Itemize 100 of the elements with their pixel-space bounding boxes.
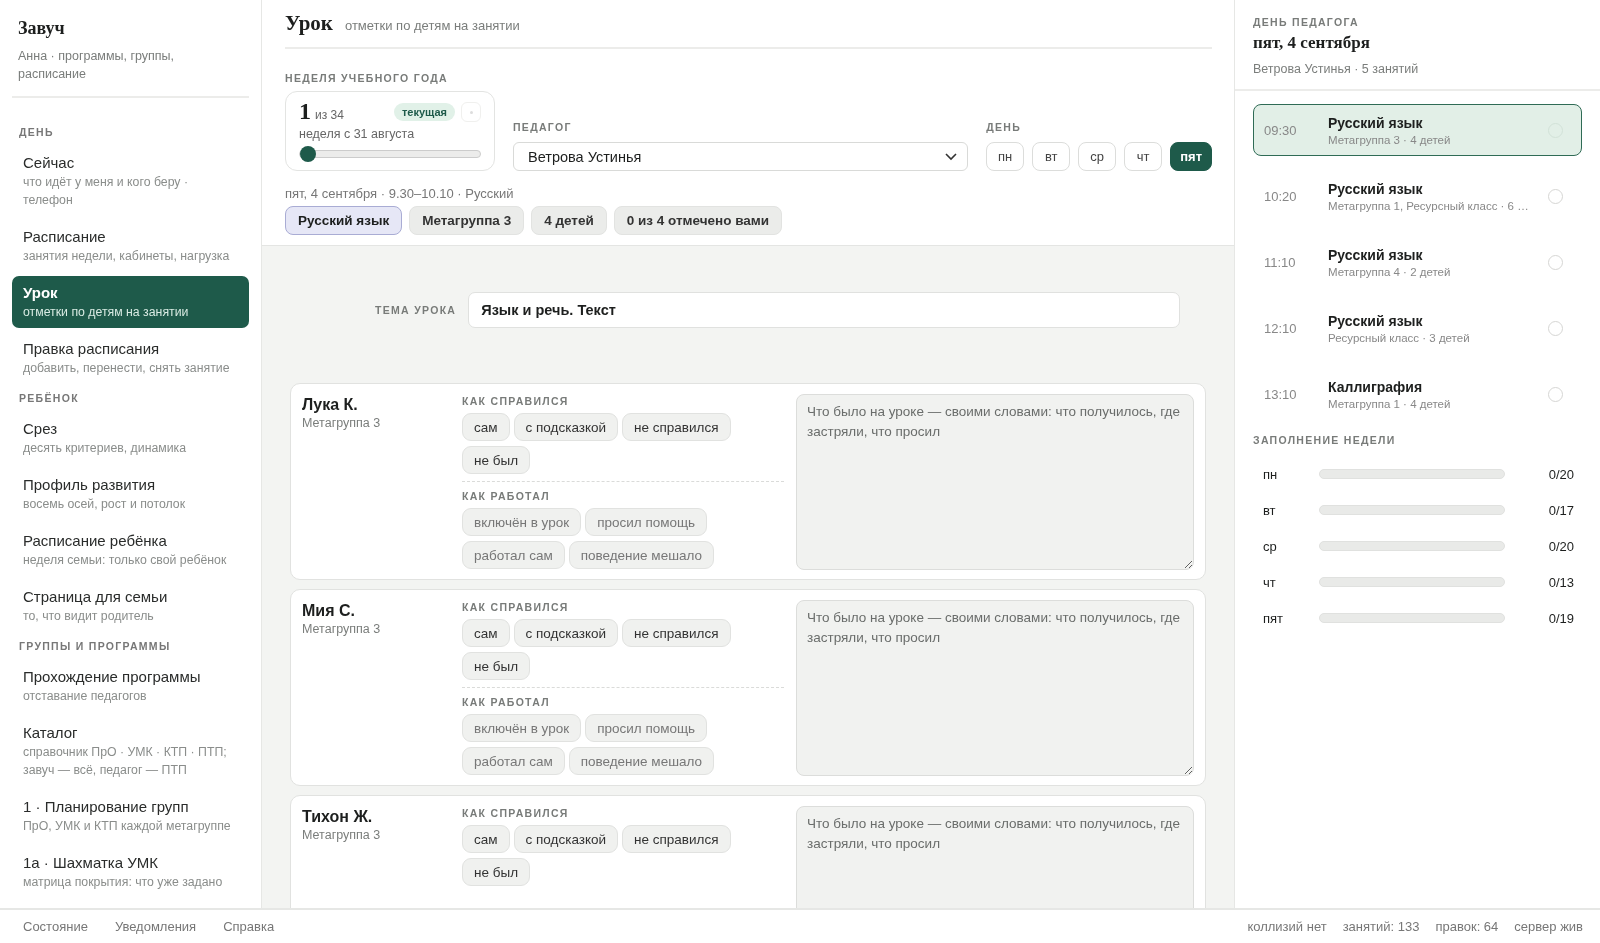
- lesson-title: Русский язык: [1328, 114, 1424, 131]
- teacher-select[interactable]: Ветрова Устинья: [513, 142, 969, 171]
- lesson-tag: Метагруппа 3: [409, 206, 525, 235]
- option-button[interactable]: работал сам: [462, 747, 565, 775]
- option-button[interactable]: сам: [462, 619, 510, 647]
- nav-hint: то, что видит родитель: [23, 608, 155, 625]
- option-heading: КАК СПРАВИЛСЯ: [462, 601, 570, 613]
- nav-item[interactable]: 1а · Шахматка УМК матрица покрытия: что уже задано: [12, 846, 249, 898]
- nav-hint: добавить, перенести, снять занятие: [23, 360, 231, 377]
- app-title: Завуч: [18, 18, 66, 39]
- child-name: Лука К.: [302, 396, 359, 414]
- nav-hint: восемь осей, рост и потолок: [23, 496, 186, 513]
- option-button[interactable]: с подсказкой: [513, 413, 619, 441]
- lesson-item[interactable]: 09:30 Русский язык Метагруппа 3 · 4 детей: [1253, 104, 1582, 156]
- option-button[interactable]: не был: [462, 446, 531, 474]
- lesson-title: Каллиграфия: [1328, 378, 1424, 395]
- lesson-time: 10:20: [1264, 188, 1298, 204]
- child-group: Метагруппа 3: [302, 416, 450, 430]
- day-label: ср: [1263, 538, 1278, 554]
- option-button[interactable]: просил помощь: [585, 714, 708, 742]
- nav-label: Сейчас: [23, 153, 76, 173]
- field-label: НЕДЕЛЯ УЧЕБНОГО ГОДА: [285, 72, 449, 84]
- nav-item[interactable]: Каталог справочник ПрО · УМК · КТП · ПТП; завуч — всё, педагог — ПТП: [12, 716, 249, 786]
- option-heading: КАК СПРАВИЛСЯ: [462, 807, 570, 819]
- option-button[interactable]: включён в урок: [462, 714, 582, 742]
- option-button[interactable]: сам: [462, 413, 510, 441]
- day-button[interactable]: пят: [1170, 142, 1212, 171]
- lesson-item[interactable]: 12:10 Русский язык Ресурсный класс · 3 детей: [1253, 302, 1582, 354]
- footer-link[interactable]: Справка: [223, 919, 275, 934]
- day-label: вт: [1263, 502, 1277, 518]
- topic-field[interactable]: Язык и речь. Текст: [468, 292, 1180, 328]
- fill-count: 0/13: [1548, 574, 1574, 590]
- option-button[interactable]: не был: [462, 652, 531, 680]
- status-text: коллизий нет: [1247, 919, 1327, 934]
- lesson-tag: 0 из 4 отмечено вами: [613, 206, 783, 235]
- panel-label: ДЕНЬ ПЕДАГОГА: [1253, 16, 1360, 28]
- nav-hint: десять критериев, динамика: [23, 440, 188, 457]
- option-heading: КАК РАБОТАЛ: [462, 696, 551, 708]
- lesson-item[interactable]: 10:20 Русский язык Метагруппа 1, Ресурсный класс · 6 …: [1253, 170, 1582, 222]
- lesson-title: Русский язык: [1328, 246, 1424, 263]
- panel-summary: Ветрова Устинья · 5 занятий: [1253, 62, 1420, 76]
- section-heading: РЕБЁНОК: [18, 392, 80, 404]
- note-field[interactable]: Что было на уроке — своими словами: что получилось, где застряли, что просил: [796, 806, 1194, 908]
- option-button[interactable]: сам: [462, 825, 510, 853]
- nav-item[interactable]: Правка расписания добавить, перенести, снять занятие: [12, 332, 249, 384]
- lesson-meta: Метагруппа 1 · 4 детей: [1328, 397, 1452, 410]
- nav-item[interactable]: Прохождение программы отставание педагогов: [12, 660, 249, 712]
- nav-hint: ПрО, УМК и КТП каждой метагруппе: [23, 818, 232, 835]
- option-button[interactable]: не справился: [622, 825, 731, 853]
- field-label: ДЕНЬ: [986, 121, 1022, 133]
- option-button[interactable]: просил помощь: [585, 508, 708, 536]
- nav-item[interactable]: Расписание занятия недели, кабинеты, нагрузка: [12, 220, 249, 272]
- nav-label: Прохождение программы: [23, 667, 202, 687]
- nav-hint: отставание педагогов: [23, 688, 148, 705]
- nav-label: Урок: [23, 283, 59, 303]
- day-label: пн: [1263, 466, 1279, 482]
- option-button[interactable]: с подсказкой: [513, 825, 619, 853]
- app-subtitle: Анна · программы, группы, расписание: [18, 48, 176, 83]
- nav-item[interactable]: Сейчас что идёт у меня и кого беру · телефон: [12, 146, 249, 216]
- footer-link[interactable]: Уведомления: [114, 919, 197, 934]
- option-button[interactable]: включён в урок: [462, 508, 582, 536]
- nav-hint: неделя семьи: только свой ребёнок: [23, 552, 228, 569]
- option-button[interactable]: с подсказкой: [513, 619, 619, 647]
- lesson-item[interactable]: 13:10 Каллиграфия Метагруппа 1 · 4 детей: [1253, 368, 1582, 420]
- section-heading: ГРУППЫ И ПРОГРАММЫ: [18, 640, 172, 652]
- week-total: из 34: [315, 107, 344, 122]
- status-text: правок: 64: [1435, 919, 1499, 934]
- nav-item[interactable]: Профиль развития восемь осей, рост и потолок: [12, 468, 249, 520]
- option-button[interactable]: поведение мешало: [568, 541, 715, 569]
- nav-item[interactable]: Срез десять критериев, динамика: [12, 412, 249, 464]
- day-button[interactable]: пн: [986, 142, 1025, 171]
- option-heading: КАК РАБОТАЛ: [462, 490, 551, 502]
- day-button[interactable]: чт: [1124, 142, 1163, 171]
- nav-item[interactable]: Урок отметки по детям на занятии: [12, 276, 249, 328]
- option-button[interactable]: не справился: [622, 619, 731, 647]
- panel-date: пят, 4 сентября: [1253, 33, 1371, 53]
- day-label: чт: [1263, 574, 1277, 590]
- nav-label: Расписание ребёнка: [23, 531, 168, 551]
- note-field[interactable]: Что было на уроке — своими словами: что получилось, где застряли, что просил: [796, 394, 1194, 570]
- week-caption: неделя с 31 августа: [299, 127, 416, 141]
- status-text: сервер жив: [1514, 919, 1583, 934]
- footer-link[interactable]: Состояние: [23, 919, 88, 934]
- nav-item[interactable]: 1 · Планирование групп ПрО, УМК и КТП каждой метагруппе: [12, 790, 249, 842]
- note-field[interactable]: Что было на уроке — своими словами: что получилось, где застряли, что просил: [796, 600, 1194, 776]
- option-button[interactable]: не справился: [622, 413, 731, 441]
- option-button[interactable]: поведение мешало: [568, 747, 715, 775]
- lesson-time: 11:10: [1264, 254, 1297, 270]
- day-label: пят: [1263, 610, 1285, 626]
- lesson-tag: Русский язык: [285, 206, 403, 235]
- day-button[interactable]: вт: [1032, 142, 1071, 171]
- child-group: Метагруппа 3: [302, 828, 450, 842]
- nav-item[interactable]: Страница для семьи то, что видит родитель: [12, 580, 249, 632]
- option-button[interactable]: работал сам: [462, 541, 565, 569]
- lesson-title: Русский язык: [1328, 180, 1424, 197]
- nav-hint: справочник ПрО · УМК · КТП · ПТП; завуч — всё, педагог — ПТП: [23, 744, 228, 779]
- day-button[interactable]: ср: [1078, 142, 1117, 171]
- lesson-item[interactable]: 11:10 Русский язык Метагруппа 4 · 2 детей: [1253, 236, 1582, 288]
- lesson-meta: Метагруппа 3 · 4 детей: [1328, 133, 1452, 146]
- nav-item[interactable]: Расписание ребёнка неделя семьи: только свой ребёнок: [12, 524, 249, 576]
- option-button[interactable]: не был: [462, 858, 531, 886]
